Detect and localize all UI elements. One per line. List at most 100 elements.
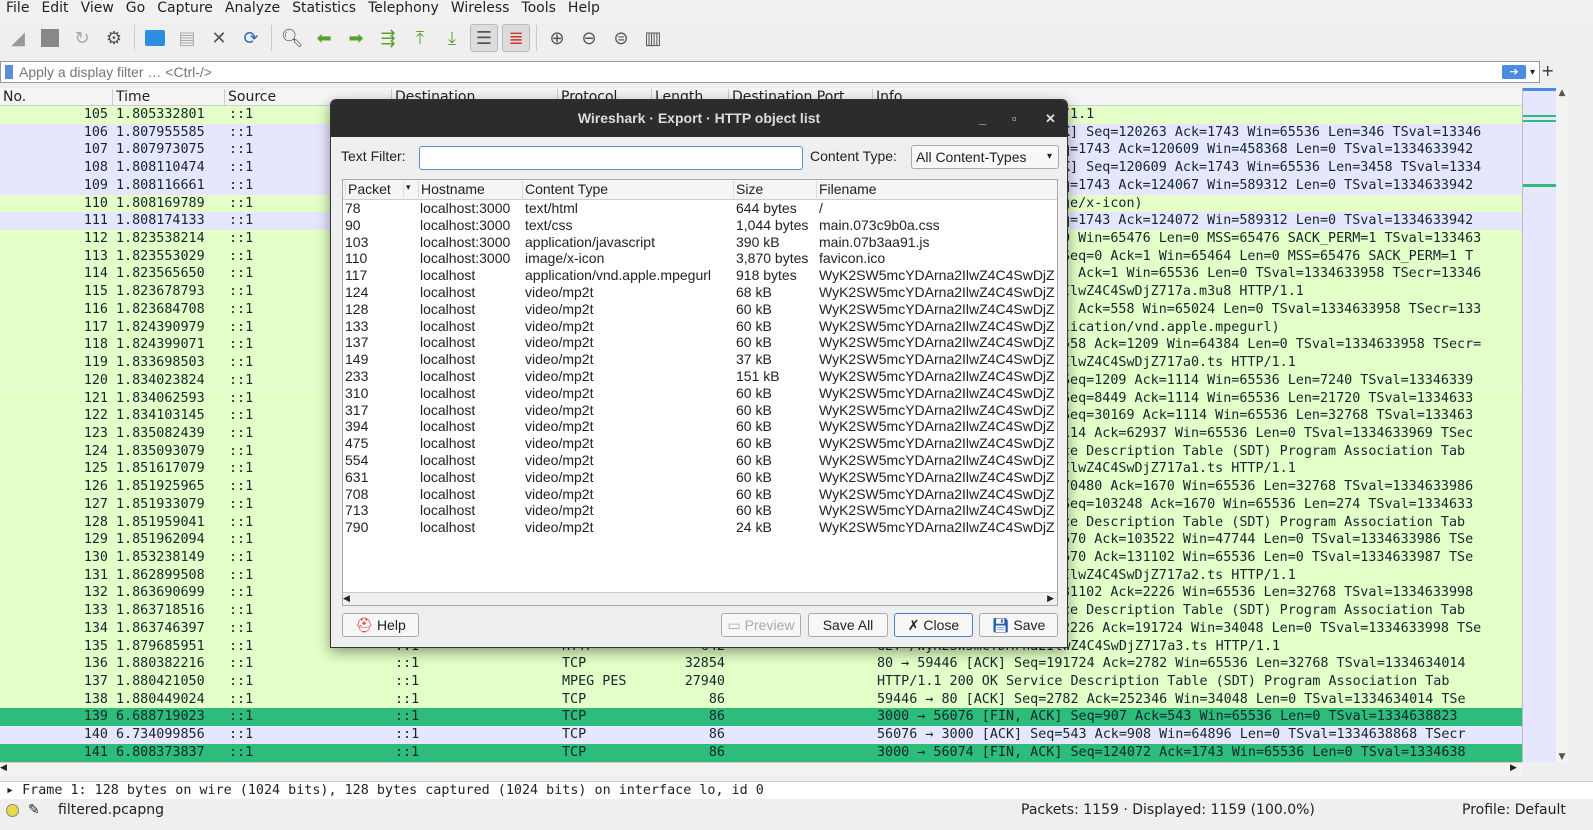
object-row[interactable]: 103 localhost:3000 application/javascript 3… — [343, 234, 1057, 251]
packet-overview-minimap[interactable] — [1522, 88, 1557, 762]
packet-row[interactable]: 138 1.880449024::1::1 TCP 86 59446 → 80 [ACK… — [0, 690, 1522, 709]
object-row[interactable]: 78 localhost:3000 text/html 644 bytes / — [343, 200, 1057, 217]
help-button[interactable]: ⛑ Help — [342, 613, 419, 637]
reload-file-icon[interactable]: ⟳ — [237, 24, 265, 52]
zoom-out-icon[interactable]: ⊖ — [575, 24, 603, 52]
minimize-icon[interactable]: _ — [979, 100, 986, 137]
menu-file[interactable]: File — [0, 0, 35, 18]
menu-telephony[interactable]: Telephony — [362, 0, 445, 18]
go-forward-icon[interactable]: ➡ — [342, 24, 370, 52]
menu-view[interactable]: View — [75, 0, 120, 18]
packet-row[interactable]: 139 6.688719023::1::1 TCP 86 3000 → 56076 [F… — [0, 708, 1522, 727]
apply-filter-icon[interactable]: ➔ — [1501, 65, 1526, 79]
maximize-icon[interactable]: ▫ — [1012, 100, 1017, 137]
text-filter-input[interactable] — [419, 146, 803, 170]
object-hostname: localhost — [420, 300, 476, 317]
object-row[interactable]: 149 localhost video/mp2t 37 kB WyK2SW5mcYDAr… — [343, 351, 1057, 368]
horizontal-scrollbar[interactable]: ◀ ▶ — [0, 762, 1522, 776]
packet-row[interactable]: 140 6.734099856::1::1 TCP 86 56076 → 3000 [A… — [0, 726, 1522, 744]
object-row[interactable]: 128 localhost video/mp2t 60 kB WyK2SW5mcYDAr… — [343, 301, 1057, 318]
packet-source: ::1 — [229, 408, 254, 424]
close-button[interactable]: ✗ Close — [894, 613, 973, 637]
object-row[interactable]: 317 localhost video/mp2t 60 kB WyK2SW5mcYDAr… — [343, 402, 1057, 419]
first-packet-icon[interactable]: ⤒ — [406, 24, 434, 52]
object-row[interactable]: 708 localhost video/mp2t 60 kB WyK2SW5mcYDAr… — [343, 486, 1057, 503]
menu-edit[interactable]: Edit — [35, 0, 74, 18]
object-row[interactable]: 631 localhost video/mp2t 60 kB WyK2SW5mcYDAr… — [343, 469, 1057, 486]
content-type-select[interactable]: All Content-Types ▾ — [911, 145, 1059, 169]
colorize-icon[interactable]: ≣ — [502, 24, 530, 52]
col-filename[interactable]: Filename — [816, 181, 877, 200]
expert-info-icon[interactable] — [6, 804, 19, 817]
object-row[interactable]: 233 localhost video/mp2t 151 kB WyK2SW5mcYDA… — [343, 368, 1057, 385]
preview-button[interactable]: ▭ Preview — [721, 613, 801, 637]
dialog-title-bar[interactable]: Wireshark · Export · HTTP object list _ … — [331, 100, 1067, 137]
capture-comment-icon[interactable]: ✎ — [28, 802, 40, 818]
menu-help[interactable]: Help — [562, 0, 606, 18]
object-table-header: Packet ▾ Hostname Content Type Size Filen… — [343, 180, 1057, 200]
status-profile[interactable]: Profile: Default — [1462, 802, 1566, 818]
zoom-reset-icon[interactable]: ⊜ — [607, 24, 635, 52]
object-hostname: localhost — [420, 317, 476, 334]
object-hostname: localhost:3000 — [420, 200, 511, 216]
close-file-icon[interactable]: ✕ — [205, 24, 233, 52]
object-row[interactable]: 117 localhost application/vnd.apple.mpegur… — [343, 267, 1057, 284]
menu-wireless[interactable]: Wireless — [445, 0, 516, 18]
menu-analyze[interactable]: Analyze — [219, 0, 286, 18]
object-row[interactable]: 790 localhost video/mp2t 24 kB WyK2SW5mcYDAr… — [343, 519, 1057, 536]
menu-capture[interactable]: Capture — [151, 0, 219, 18]
object-row[interactable]: 133 localhost video/mp2t 60 kB WyK2SW5mcYDAr… — [343, 318, 1057, 335]
object-row[interactable]: 110 localhost:3000 image/x-icon 3,870 bytes… — [343, 250, 1057, 267]
col-source[interactable]: Source — [224, 89, 276, 106]
packet-protocol: TCP — [562, 656, 587, 672]
object-row[interactable]: 310 localhost video/mp2t 60 kB WyK2SW5mcYDAr… — [343, 385, 1057, 402]
find-packet-icon[interactable]: 🔍︎ — [278, 24, 306, 52]
open-file-icon[interactable] — [141, 24, 169, 52]
stop-capture-icon[interactable] — [36, 24, 64, 52]
object-row[interactable]: 475 localhost video/mp2t 60 kB WyK2SW5mcYDAr… — [343, 435, 1057, 452]
go-back-icon[interactable]: ⬅ — [310, 24, 338, 52]
frame-summary[interactable]: Frame 1: 128 bytes on wire (1024 bits), … — [22, 783, 764, 798]
object-table-hscroll[interactable]: ◀ ▶ — [343, 592, 1057, 605]
restart-capture-icon[interactable]: ↻ — [68, 24, 96, 52]
go-to-packet-icon[interactable]: ⇶ — [374, 24, 402, 52]
object-size: 24 kB — [736, 519, 772, 536]
packet-row[interactable]: 136 1.880382216::1::1 TCP 32854 80 → 59446 [… — [0, 655, 1522, 673]
bookmark-icon[interactable] — [5, 65, 13, 79]
save-button[interactable]: 💾︎ Save — [979, 613, 1058, 637]
save-all-button[interactable]: Save All — [808, 613, 888, 637]
resize-columns-icon[interactable]: ▥ — [639, 24, 667, 52]
packet-row[interactable]: 141 6.808373837::1::1 TCP 86 3000 → 56074 [F… — [0, 743, 1522, 762]
col-content-type[interactable]: Content Type — [522, 181, 608, 200]
packet-no: 115 — [83, 284, 108, 300]
display-filter-input[interactable] — [19, 64, 1502, 80]
menu-tools[interactable]: Tools — [515, 0, 562, 18]
col-hostname[interactable]: Hostname — [418, 181, 485, 200]
close-window-icon[interactable]: ✕ — [1045, 100, 1056, 137]
object-row[interactable]: 137 localhost video/mp2t 60 kB WyK2SW5mcYDAr… — [343, 334, 1057, 351]
save-file-icon[interactable]: ▤ — [173, 24, 201, 52]
object-row[interactable]: 713 localhost video/mp2t 60 kB WyK2SW5mcYDAr… — [343, 502, 1057, 519]
object-row[interactable]: 124 localhost video/mp2t 68 kB WyK2SW5mcYDAr… — [343, 284, 1057, 301]
last-packet-icon[interactable]: ⤓ — [438, 24, 466, 52]
menu-go[interactable]: Go — [120, 0, 151, 18]
packet-info: q=1743 Ack=120609 Win=458368 Len=0 TSval… — [1062, 142, 1474, 158]
menu-statistics[interactable]: Statistics — [286, 0, 362, 18]
packet-details-pane[interactable]: ▸ Frame 1: 128 bytes on wire (1024 bits)… — [0, 781, 1593, 799]
col-size[interactable]: Size — [733, 181, 763, 200]
col-no[interactable]: No. — [0, 89, 26, 106]
object-row[interactable]: 394 localhost video/mp2t 60 kB WyK2SW5mcYDAr… — [343, 418, 1057, 435]
autoscroll-icon[interactable]: ☰ — [470, 24, 498, 52]
packet-row[interactable]: 137 1.880421050::1::1 MPEG PES 27940 HTTP/1.… — [0, 673, 1522, 691]
zoom-in-icon[interactable]: ⊕ — [543, 24, 571, 52]
capture-options-icon[interactable]: ⚙ — [100, 24, 128, 52]
col-time[interactable]: Time — [112, 89, 150, 106]
start-capture-icon[interactable]: ◢ — [4, 24, 32, 52]
filter-dropdown-icon[interactable]: ▾ — [1530, 67, 1535, 78]
object-row[interactable]: 554 localhost video/mp2t 60 kB WyK2SW5mcYDAr… — [343, 452, 1057, 469]
col-packet[interactable]: Packet ▾ — [343, 181, 418, 200]
add-filter-button-icon[interactable]: + — [1541, 61, 1554, 80]
object-row[interactable]: 90 localhost:3000 text/css 1,044 bytes main.… — [343, 217, 1057, 234]
vertical-scrollbar[interactable]: ▲ ▼ — [1556, 88, 1568, 762]
object-content-type: video/mp2t — [525, 502, 594, 519]
